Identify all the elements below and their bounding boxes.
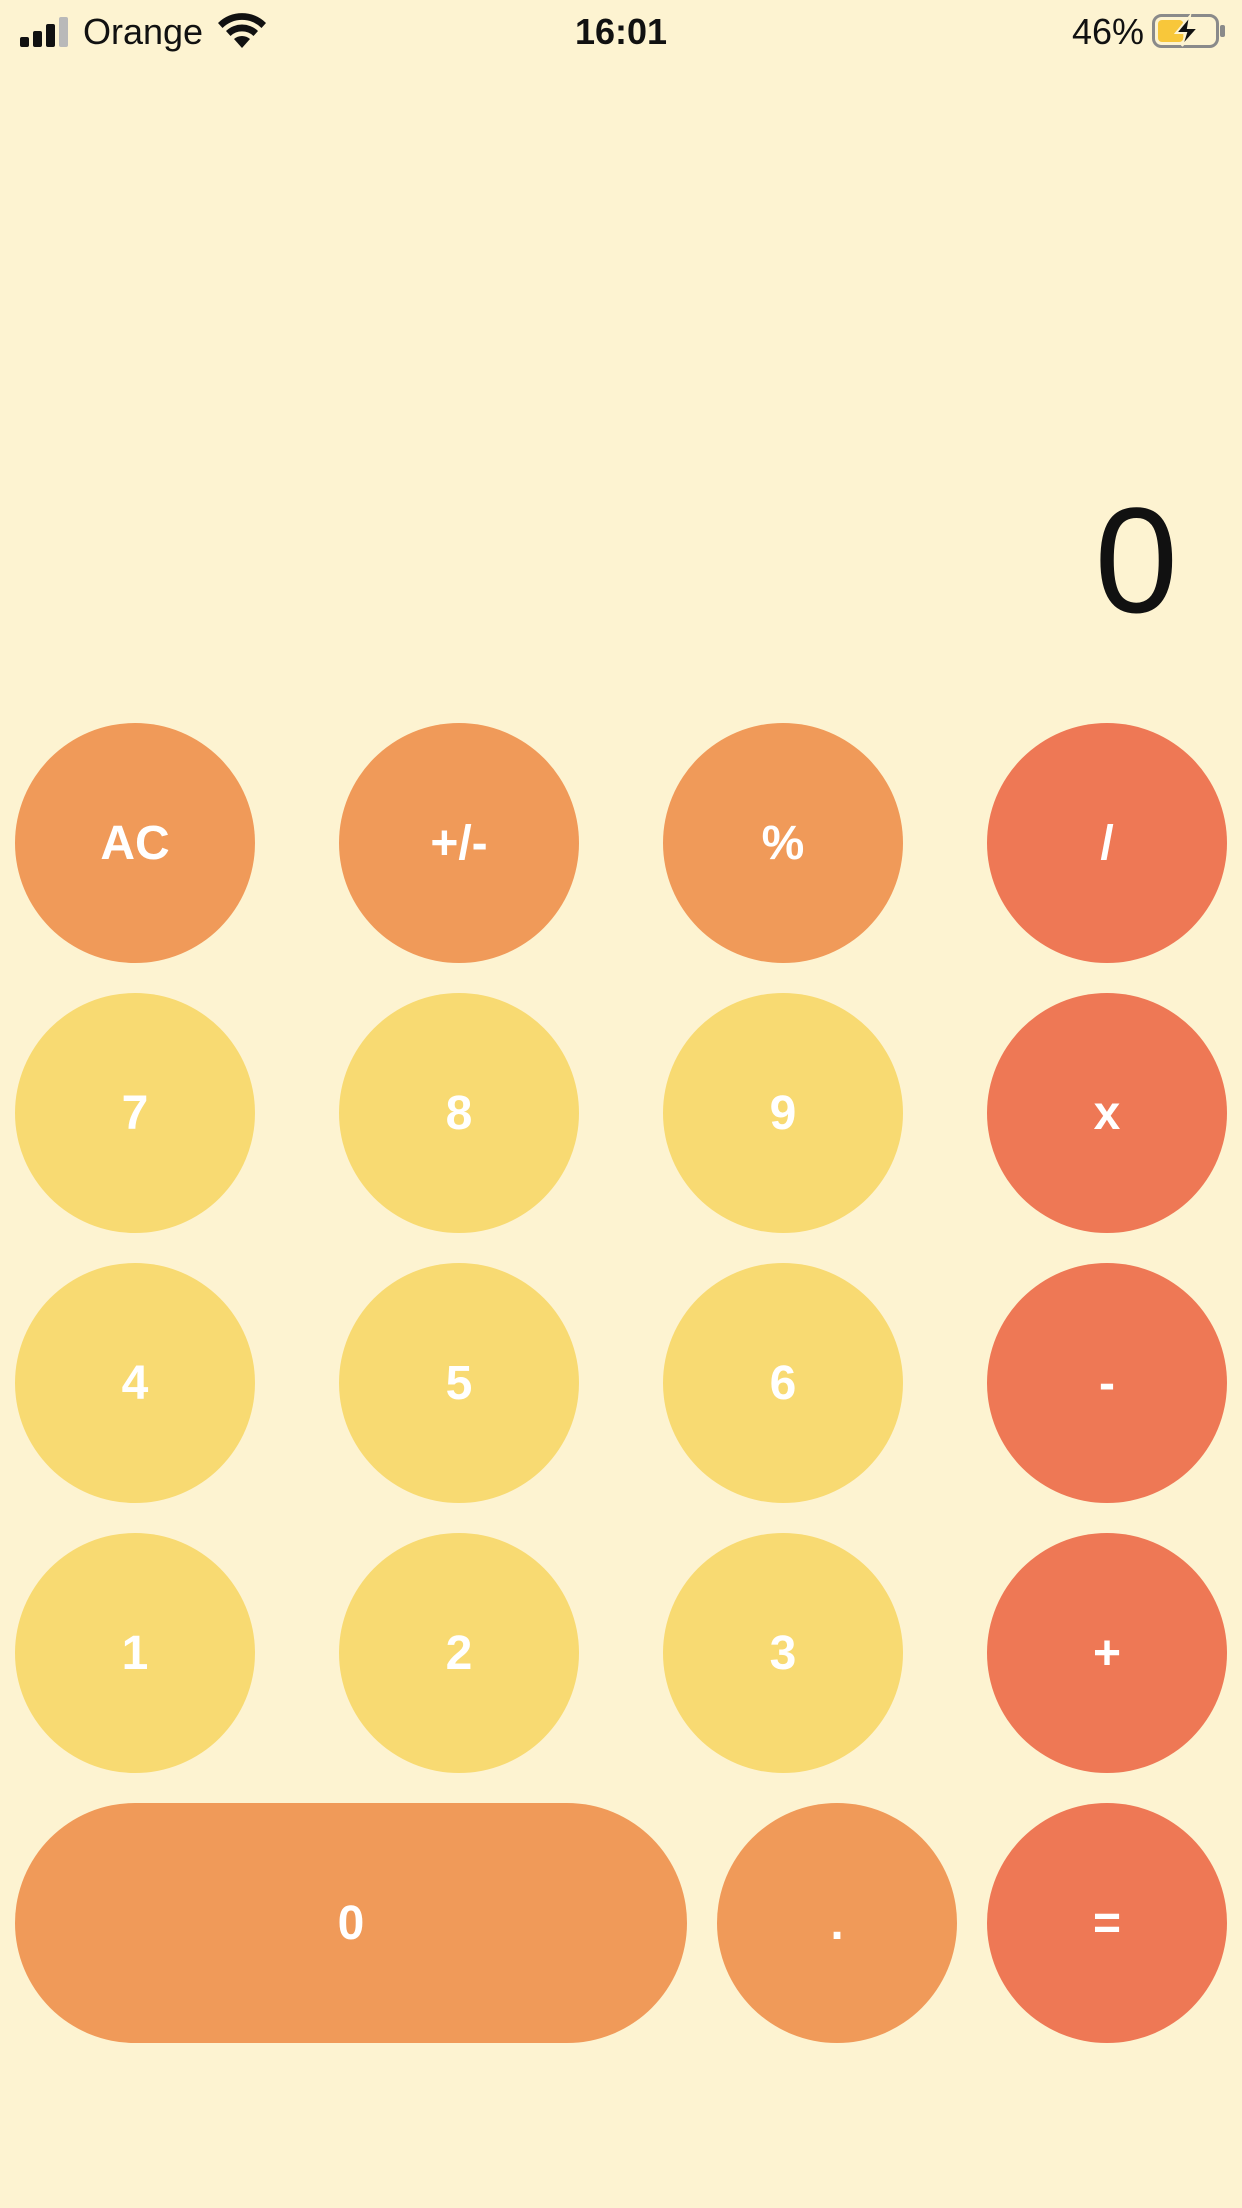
- digit-7-button[interactable]: 7: [15, 993, 255, 1233]
- divide-button[interactable]: /: [987, 723, 1227, 963]
- calculator-screen: Orange 16:01 46% 0 AC +/- % / 7 8 9 x 4 …: [0, 0, 1242, 2208]
- digit-8-button[interactable]: 8: [339, 993, 579, 1233]
- decimal-point-button[interactable]: .: [717, 1803, 957, 2043]
- digit-5-button[interactable]: 5: [339, 1263, 579, 1503]
- status-time: 16:01: [574, 11, 668, 52]
- multiply-button[interactable]: x: [987, 993, 1227, 1233]
- percent-button[interactable]: %: [663, 723, 903, 963]
- digit-3-button[interactable]: 3: [663, 1533, 903, 1773]
- digit-6-button[interactable]: 6: [663, 1263, 903, 1503]
- digit-0-button[interactable]: 0: [15, 1803, 687, 2043]
- digit-9-button[interactable]: 9: [663, 993, 903, 1233]
- digit-4-button[interactable]: 4: [15, 1263, 255, 1503]
- add-button[interactable]: +: [987, 1533, 1227, 1773]
- digit-1-button[interactable]: 1: [15, 1533, 255, 1773]
- all-clear-button[interactable]: AC: [15, 723, 255, 963]
- battery-percent: 46%: [1071, 11, 1144, 52]
- battery-charging-icon: [1152, 14, 1225, 48]
- toggle-sign-button[interactable]: +/-: [339, 723, 579, 963]
- subtract-button[interactable]: -: [987, 1263, 1227, 1503]
- digit-2-button[interactable]: 2: [339, 1533, 579, 1773]
- equals-button[interactable]: =: [987, 1803, 1227, 2043]
- calculator-display: 0: [1094, 476, 1178, 644]
- status-bar: Orange 16:01 46%: [0, 0, 1242, 64]
